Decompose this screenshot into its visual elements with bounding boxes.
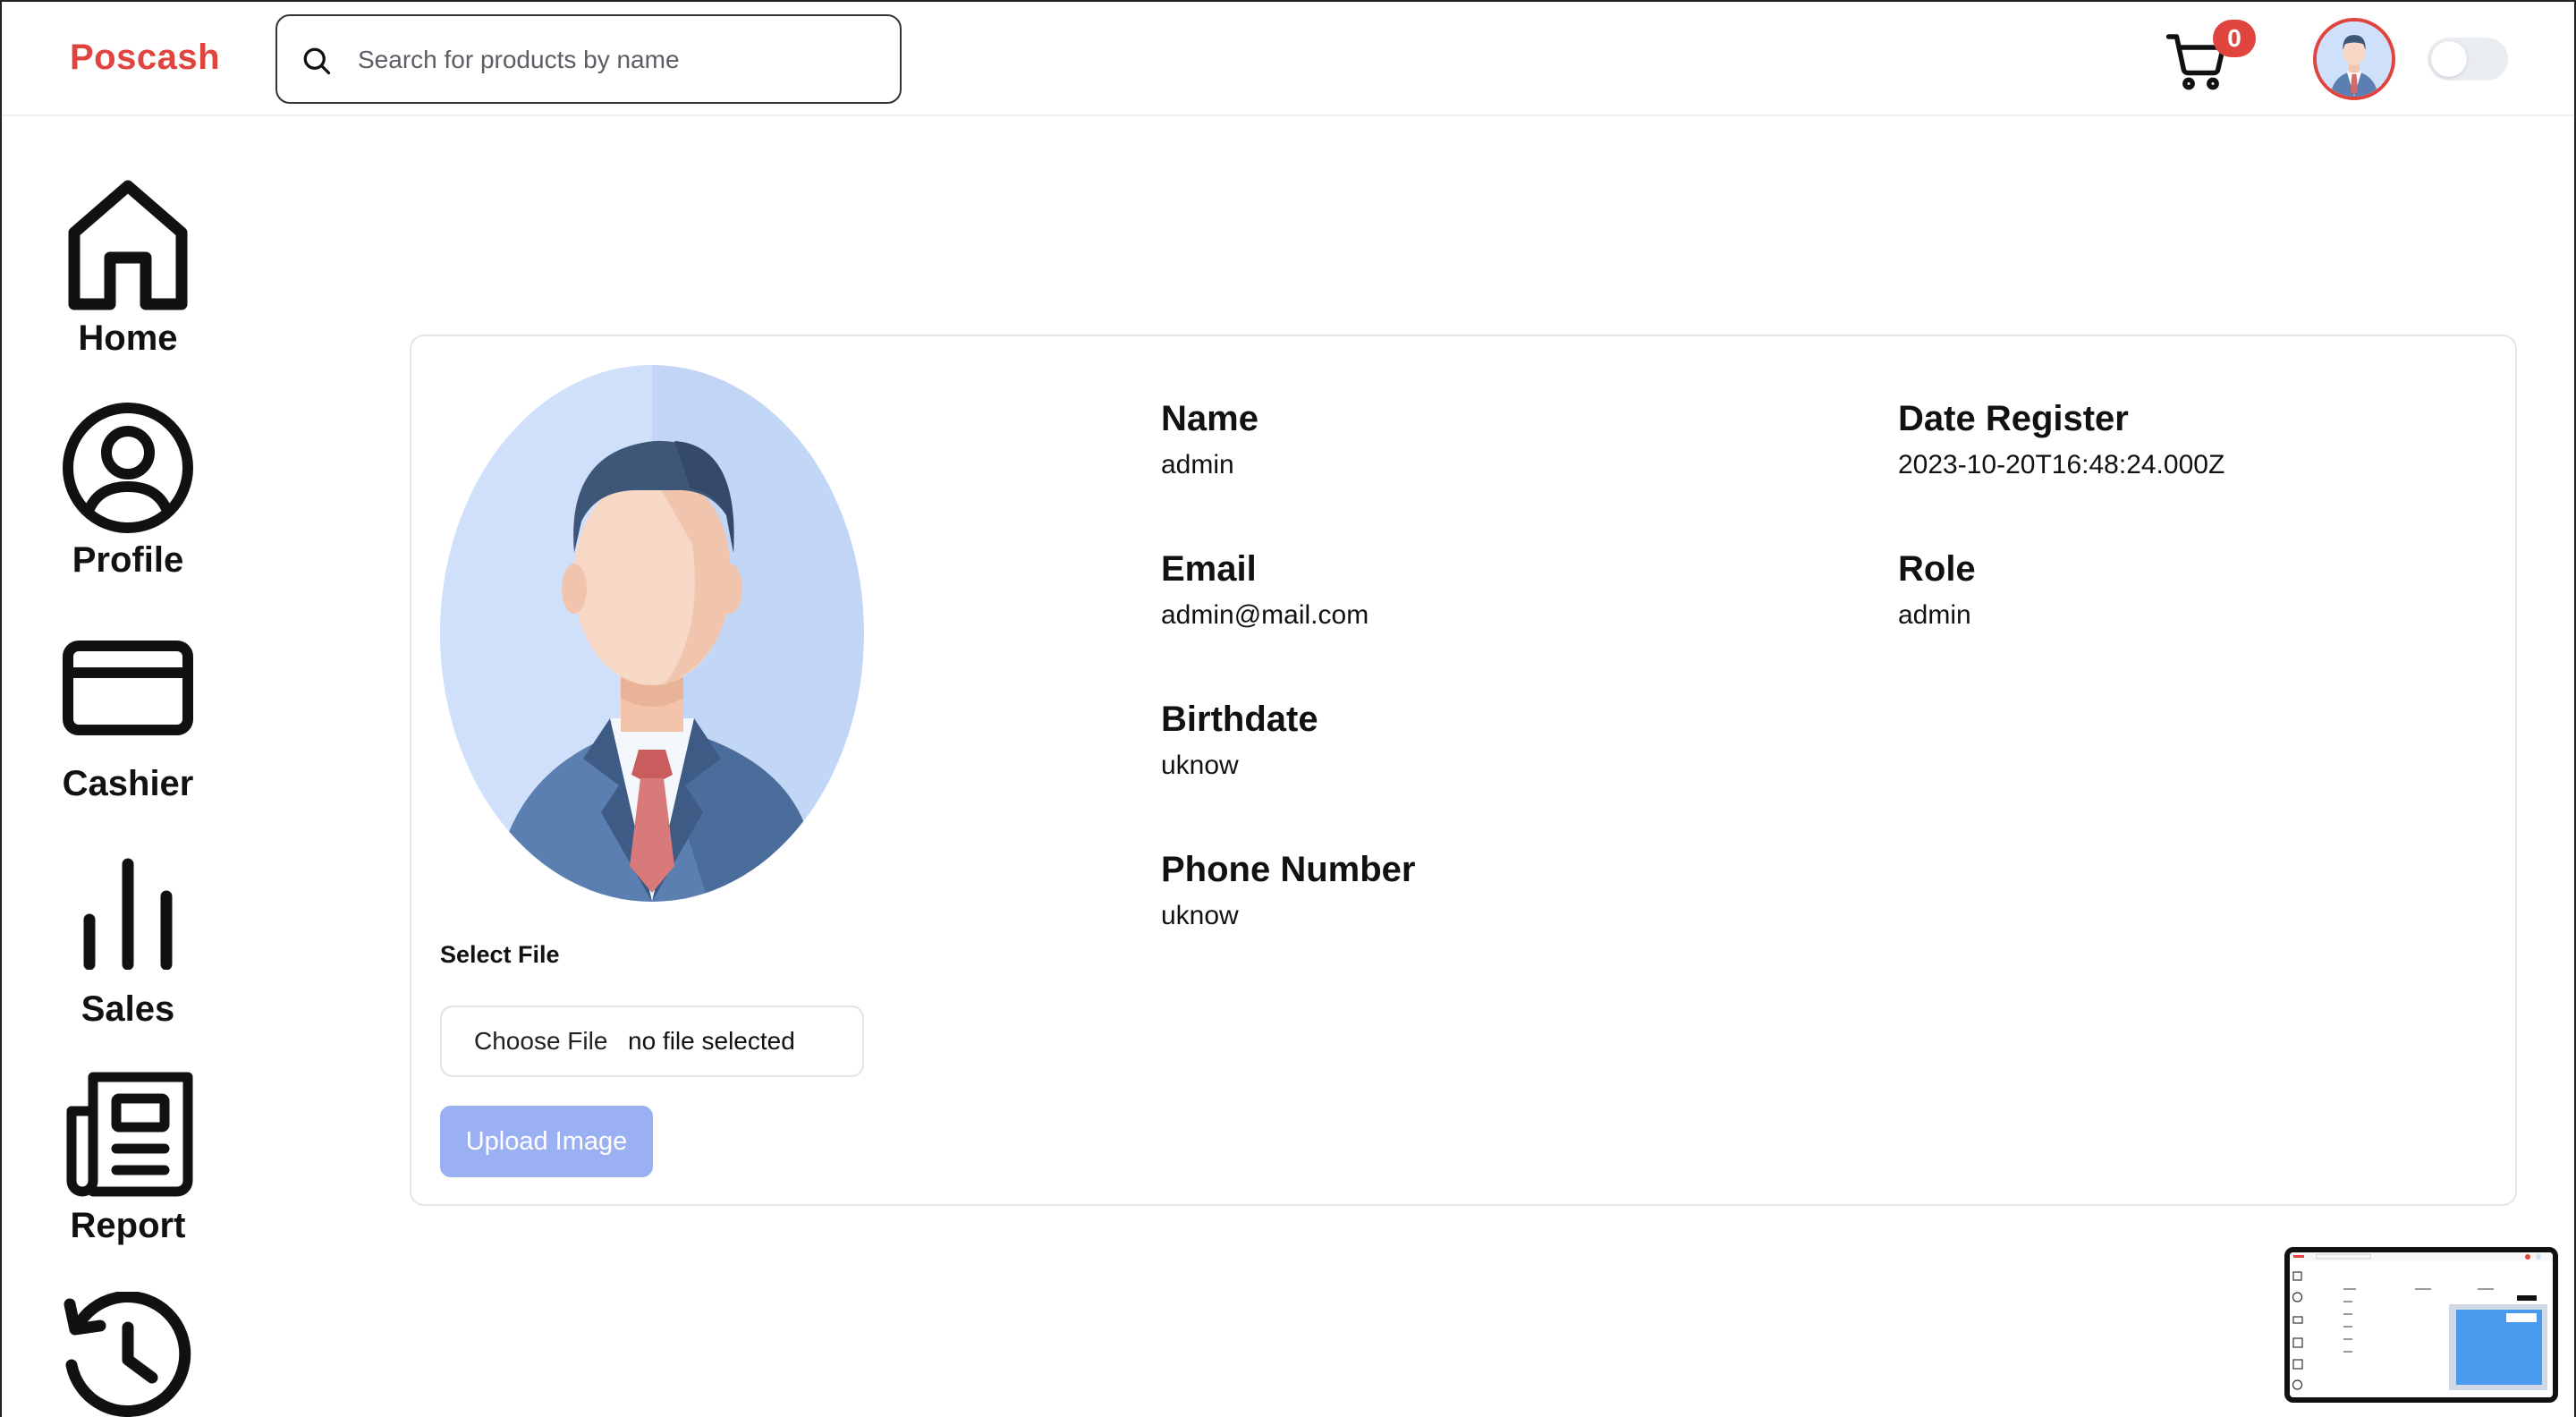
choose-file-button[interactable]: Choose File: [474, 1027, 607, 1056]
profile-card: Select File Choose File no file selected…: [410, 335, 2517, 1206]
field-value: admin: [1898, 600, 1971, 630]
field-value: admin: [1161, 450, 1234, 479]
field-label: Name: [1161, 399, 1258, 438]
field-date-register: Date Register 2023-10-20T16:48:24.000Z: [1898, 399, 2224, 480]
sidebar-item-report[interactable]: Report: [2, 1066, 254, 1246]
sidebar-item-cashier[interactable]: Cashier: [2, 639, 254, 804]
search-icon: [303, 47, 331, 75]
field-label: Role: [1898, 549, 1976, 589]
theme-toggle[interactable]: [2428, 38, 2508, 81]
user-circle-icon: [63, 403, 193, 533]
brand-logo[interactable]: Poscash: [70, 38, 220, 78]
screen-preview-thumbnail[interactable]: [2284, 1247, 2558, 1403]
cart-count-badge: 0: [2213, 20, 2256, 57]
sidebar-item-label: Profile: [72, 540, 184, 580]
app-window: Poscash 0: [0, 0, 2576, 1417]
businessman-avatar-icon: [440, 365, 864, 902]
top-navbar: Poscash 0: [2, 2, 2574, 116]
field-role: Role admin: [1898, 549, 1976, 631]
field-birthdate: Birthdate uknow: [1161, 700, 1318, 781]
history-icon: [64, 1292, 191, 1417]
field-value: 2023-10-20T16:48:24.000Z: [1898, 450, 2225, 479]
field-value: admin@mail.com: [1161, 600, 1369, 630]
sidebar-item-label: Report: [70, 1206, 186, 1245]
field-value: uknow: [1161, 901, 1239, 930]
credit-card-icon: [63, 641, 193, 735]
field-label: Email: [1161, 549, 1257, 589]
profile-photo: [440, 365, 864, 902]
sidebar-item-profile[interactable]: Profile: [2, 401, 254, 581]
home-icon: [68, 180, 188, 310]
file-input[interactable]: Choose File no file selected: [440, 1005, 864, 1077]
sidebar-item-sales[interactable]: Sales: [2, 857, 254, 1030]
search-bar[interactable]: [275, 14, 902, 104]
field-phone-number: Phone Number uknow: [1161, 850, 1415, 931]
sidebar-item-label: Cashier: [62, 764, 194, 803]
field-label: Birthdate: [1161, 700, 1318, 739]
preview-image: [2290, 1252, 2553, 1397]
file-status: no file selected: [628, 1027, 795, 1055]
newspaper-icon: [66, 1072, 193, 1197]
field-label: Date Register: [1898, 399, 2129, 438]
avatar[interactable]: [2313, 18, 2395, 100]
toggle-knob[interactable]: [2431, 41, 2467, 77]
sidebar-item-label: Sales: [80, 989, 175, 1029]
field-label: Phone Number: [1161, 850, 1416, 889]
bar-chart-icon: [83, 858, 173, 970]
sidebar-item-history[interactable]: [2, 1292, 254, 1417]
select-file-label: Select File: [440, 941, 560, 968]
field-email: Email admin@mail.com: [1161, 549, 1368, 631]
upload-image-button[interactable]: Upload Image: [440, 1106, 653, 1177]
sidebar: Home Profile Cashier Sales Report: [2, 118, 261, 1417]
avatar-businessman-icon: [2317, 21, 2392, 97]
search-input[interactable]: [358, 34, 877, 86]
sidebar-item-label: Home: [78, 318, 178, 358]
field-value: uknow: [1161, 751, 1239, 780]
sidebar-item-home[interactable]: Home: [2, 179, 254, 359]
field-name: Name admin: [1161, 399, 1258, 480]
